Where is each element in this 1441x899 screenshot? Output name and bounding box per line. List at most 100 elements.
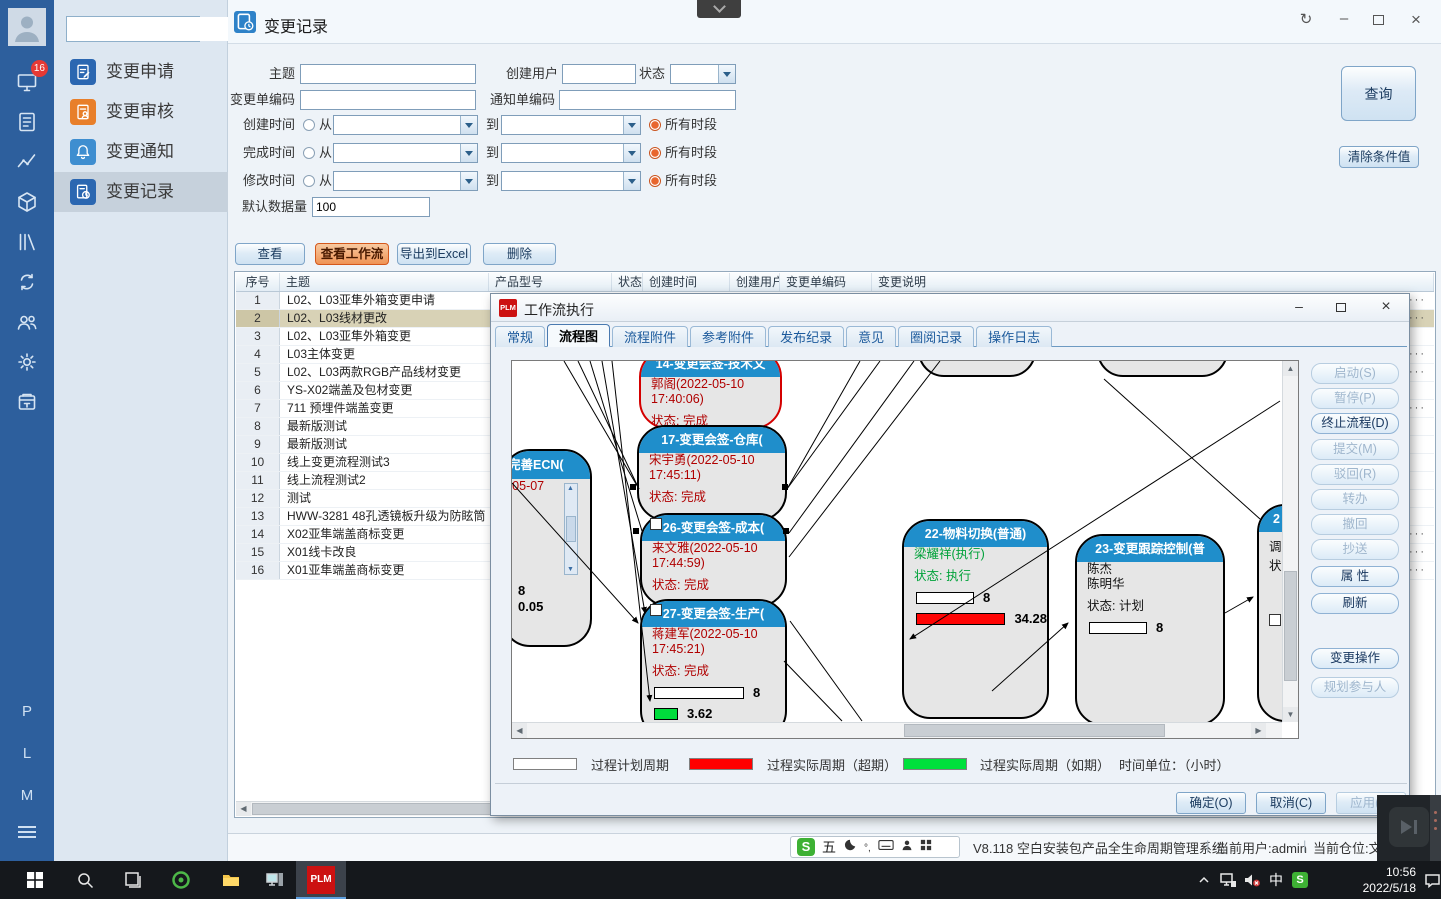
- to-date-select[interactable]: [501, 115, 641, 135]
- scroll-down-icon[interactable]: ▼: [1283, 707, 1298, 722]
- flow-node-n17[interactable]: 17-变更会签-仓库(宋宇勇(2022-05-1017:45:11)状态: 完成: [637, 425, 787, 521]
- all-period-radio[interactable]: [649, 119, 661, 131]
- taskbar-search-icon[interactable]: [64, 861, 106, 899]
- sogou-logo[interactable]: S: [797, 838, 815, 856]
- column-header-6[interactable]: 变更单编码: [780, 273, 872, 291]
- minimize-button[interactable]: –: [1332, 10, 1356, 27]
- to-date-select[interactable]: [501, 143, 641, 163]
- media-skip-icon[interactable]: [1389, 807, 1429, 847]
- dialog-minimize-button[interactable]: –: [1286, 298, 1312, 318]
- column-header-1[interactable]: 主题: [280, 273, 489, 291]
- taskbar-taskview-icon[interactable]: [112, 861, 154, 899]
- avatar[interactable]: [8, 8, 46, 46]
- dialog-tab-5[interactable]: 意见: [846, 326, 896, 347]
- ime-toolbar[interactable]: S 五 °,: [790, 836, 960, 858]
- ime-punct-icon[interactable]: °,: [864, 838, 871, 856]
- taskbar-browser-icon[interactable]: [160, 861, 202, 899]
- dialog-tab-6[interactable]: 圈阅记录: [898, 326, 974, 347]
- clock[interactable]: 10:56 2022/5/18: [1312, 864, 1416, 896]
- dialog-tab-2[interactable]: 流程附件: [612, 326, 688, 347]
- to-date-select[interactable]: [501, 171, 641, 191]
- ime-mode[interactable]: 五: [822, 837, 836, 857]
- clear-conditions-button[interactable]: 清除条件值: [1339, 146, 1419, 168]
- chevron-down-icon[interactable]: [460, 172, 477, 190]
- column-header-0[interactable]: 序号: [236, 273, 280, 291]
- flow-horizontal-scrollbar[interactable]: ◀ ▶: [512, 722, 1282, 738]
- all-period-radio[interactable]: [649, 147, 661, 159]
- action-button-1[interactable]: 查看工作流: [315, 243, 389, 265]
- sidebar-search-input[interactable]: [67, 17, 251, 41]
- scroll-right-icon[interactable]: ▶: [1251, 723, 1266, 738]
- dialog-tab-7[interactable]: 操作日志: [976, 326, 1052, 347]
- flow-node-n22[interactable]: 22-物料切换(普通)梁耀祥(执行)状态: 执行834.28: [902, 519, 1049, 719]
- status-select[interactable]: [670, 64, 736, 84]
- flow-node-n14[interactable]: 14-变更会签-技术文郭阁(2022-05-1017:40:06)状态: 完成: [639, 361, 782, 429]
- rail-cube-icon[interactable]: [0, 182, 54, 222]
- from-date-select[interactable]: [333, 115, 478, 135]
- tray-chevron-up-icon[interactable]: [1192, 861, 1216, 899]
- scrollbar-thumb[interactable]: [1284, 571, 1297, 681]
- scrollbar-thumb[interactable]: [904, 724, 1165, 737]
- node-scrollbar[interactable]: ▲▼: [564, 483, 578, 575]
- taskbar-start-icon[interactable]: [14, 861, 56, 899]
- collapse-panel-button[interactable]: [697, 0, 741, 18]
- from-date-select[interactable]: [333, 143, 478, 163]
- scroll-left-icon[interactable]: ◀: [236, 802, 251, 816]
- chevron-down-icon[interactable]: [460, 144, 477, 162]
- range-radio[interactable]: [303, 147, 315, 159]
- range-radio[interactable]: [303, 175, 315, 187]
- dialog-extra-button-0[interactable]: 变更操作: [1311, 648, 1399, 669]
- chevron-down-icon[interactable]: [718, 65, 735, 83]
- chevron-down-icon[interactable]: [623, 116, 640, 134]
- dialog-side-button-8[interactable]: 属 性: [1311, 566, 1399, 587]
- dialog-side-button-2[interactable]: 终止流程(D): [1311, 413, 1399, 434]
- action-button-0[interactable]: 查看: [235, 243, 305, 265]
- flow-node-n27[interactable]: 27-变更会签-生产(蒋建军(2022-05-1017:45:21)状态: 完成…: [640, 599, 787, 722]
- dialog-tab-3[interactable]: 参考附件: [690, 326, 766, 347]
- flow-node-partial-0[interactable]: [918, 361, 1036, 377]
- rail-gear-icon[interactable]: [0, 342, 54, 382]
- action-button-2[interactable]: 导出到Excel: [397, 243, 471, 265]
- taskbar-explorer-icon[interactable]: [210, 861, 252, 899]
- range-radio[interactable]: [303, 119, 315, 131]
- node-checkbox[interactable]: [650, 604, 662, 616]
- from-date-select[interactable]: [333, 171, 478, 191]
- refresh-icon[interactable]: ↻: [1294, 10, 1318, 28]
- rail-chart-icon[interactable]: [0, 142, 54, 182]
- chevron-down-icon[interactable]: [623, 172, 640, 190]
- flow-node-n26[interactable]: 26-变更会签-成本(来文雅(2022-05-1017:44:59)状态: 完成: [640, 513, 787, 607]
- change-code-input[interactable]: [300, 90, 476, 110]
- dialog-close-button[interactable]: ×: [1373, 298, 1399, 318]
- dialog-side-button-9[interactable]: 刷新: [1311, 593, 1399, 614]
- node-checkbox[interactable]: [650, 518, 662, 530]
- column-header-3[interactable]: 状态: [612, 273, 643, 291]
- dialog-tab-4[interactable]: 发布纪录: [768, 326, 844, 347]
- sidebar-item-1[interactable]: 变更审核: [54, 92, 228, 132]
- rail-monitor-icon[interactable]: 16: [0, 62, 54, 102]
- flow-node-ecn[interactable]: 完善ECN(-05-07▲▼80.05: [512, 449, 592, 647]
- node-checkbox[interactable]: [1269, 614, 1281, 626]
- flow-node-nR[interactable]: 2调状: [1257, 504, 1282, 722]
- notice-code-input[interactable]: [559, 90, 736, 110]
- rail-sync-icon[interactable]: [0, 262, 54, 302]
- scroll-left-icon[interactable]: ◀: [512, 723, 527, 738]
- default-count-input[interactable]: [312, 197, 430, 217]
- column-header-7[interactable]: 变更说明: [872, 273, 1434, 291]
- tray-network-icon[interactable]: [1216, 861, 1240, 899]
- all-period-radio[interactable]: [649, 175, 661, 187]
- subject-input[interactable]: [300, 64, 476, 84]
- rail-document-icon[interactable]: [0, 102, 54, 142]
- close-button[interactable]: ×: [1404, 10, 1428, 30]
- flow-node-n23[interactable]: 23-变更跟踪控制(普陈杰陈明华状态: 计划8: [1075, 534, 1225, 722]
- maximize-button[interactable]: [1373, 15, 1384, 25]
- sidebar-item-2[interactable]: 变更通知: [54, 132, 228, 172]
- tray-ime-indicator[interactable]: 中: [1264, 861, 1288, 899]
- tray-volume-muted-icon[interactable]: [1240, 861, 1264, 899]
- dialog-maximize-button[interactable]: [1336, 303, 1346, 312]
- hamburger-menu-icon[interactable]: [18, 826, 36, 838]
- ime-keyboard-icon[interactable]: [878, 838, 894, 856]
- dialog-footer-button-0[interactable]: 确定(O): [1176, 792, 1246, 814]
- dialog-tab-1[interactable]: 流程图: [547, 324, 610, 347]
- flow-diagram[interactable]: 完善ECN(-05-07▲▼80.05 14-变更会签-技术文郭阁(2022-05…: [512, 361, 1282, 722]
- dialog-footer-button-1[interactable]: 取消(C): [1256, 792, 1326, 814]
